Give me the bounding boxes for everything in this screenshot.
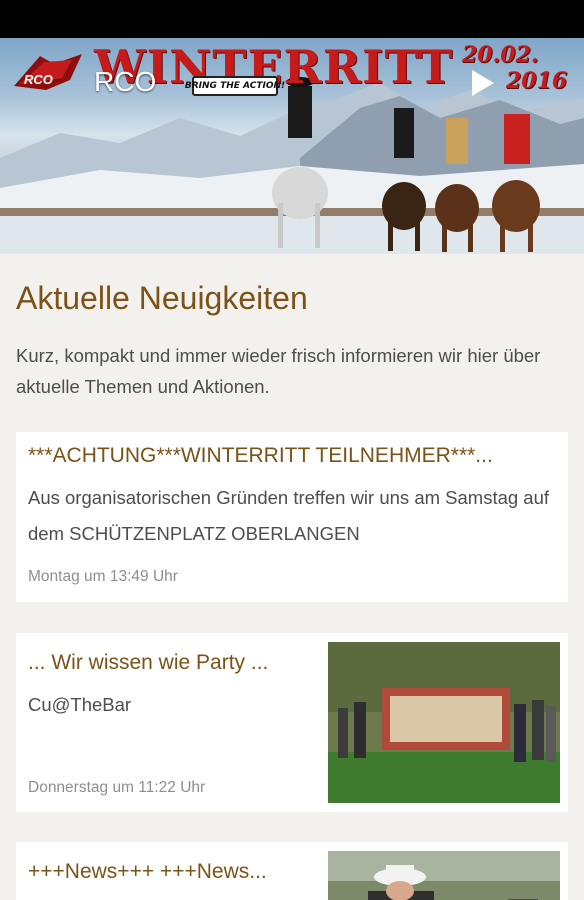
news-card-title: +++News+++ +++News...: [28, 860, 267, 883]
banner-date-day: 20.02.: [462, 42, 539, 68]
news-card-title: ***ACHTUNG***WINTERRITT TEILNEHMER***...: [28, 444, 493, 467]
app-name: RCO: [94, 66, 157, 97]
banner-date-year: 2016: [506, 68, 568, 94]
page-title: Aktuelle Neuigkeiten: [16, 280, 308, 316]
status-bar: [0, 0, 584, 38]
news-card[interactable]: ... Wir wissen wie Party ... Cu@TheBar D…: [16, 633, 568, 812]
news-section: Aktuelle Neuigkeiten Kurz, kompakt und i…: [0, 254, 584, 900]
news-card[interactable]: ***ACHTUNG***WINTERRITT TEILNEHMER***...…: [16, 432, 568, 602]
news-card-image: [328, 642, 560, 803]
page-intro: Kurz, kompakt und immer wieder frisch in…: [16, 345, 541, 397]
news-card-time: Donnerstag um 11:22 Uhr: [28, 779, 206, 796]
news-card-time: Montag um 13:49 Uhr: [28, 568, 178, 585]
play-icon[interactable]: [470, 68, 496, 98]
news-card-image: [328, 851, 560, 900]
news-card-text: Aus organisatorischen Gründen treffen wi…: [28, 487, 550, 544]
news-card-title: ... Wir wissen wie Party ...: [28, 651, 269, 674]
logo-text: RCO: [24, 72, 53, 87]
rco-logo: RCO: [14, 54, 82, 90]
news-card-text: Cu@TheBar: [28, 694, 132, 715]
header-banner: RCO WINTERRITT 20.02. 2016 BRING THE ACT…: [0, 38, 584, 254]
news-card[interactable]: +++News+++ +++News...: [16, 842, 568, 900]
banner-tagline: BRING THE ACTION!: [185, 76, 285, 96]
